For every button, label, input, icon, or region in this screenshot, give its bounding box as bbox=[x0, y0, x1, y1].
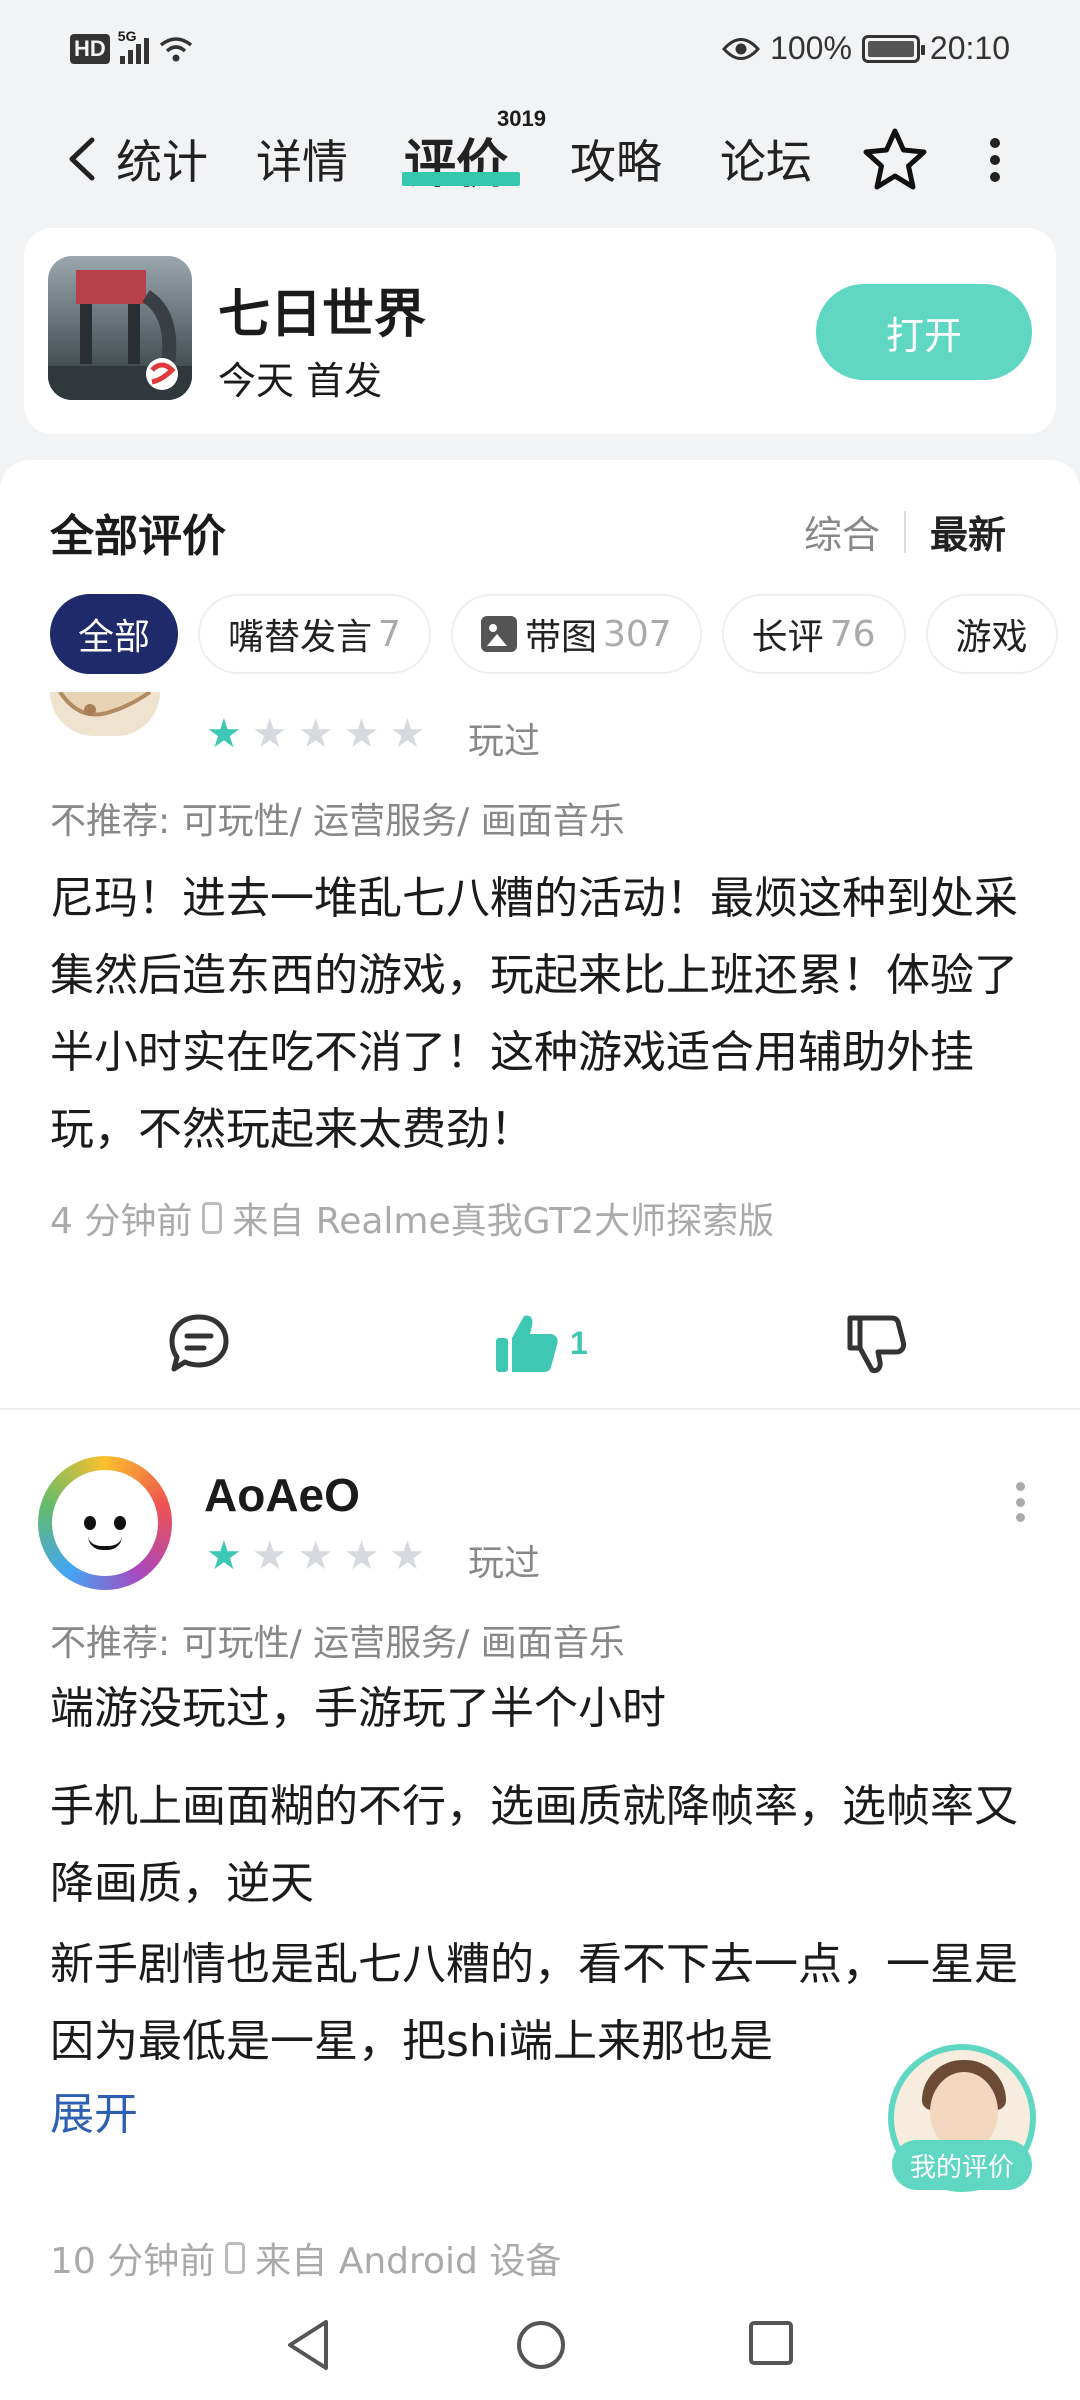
like-count: 1 bbox=[570, 1324, 588, 1361]
review-text[interactable]: 尼玛！进去一堆乱七八糟的活动！最烦这种到处采集然后造东西的游戏，玩起来比上班还累… bbox=[50, 860, 1030, 1168]
filter-chip-all[interactable]: 全部 bbox=[50, 594, 179, 674]
back-arrow-icon[interactable] bbox=[58, 134, 108, 184]
expand-link[interactable]: 展开 bbox=[50, 2078, 138, 2142]
app-release-status: 今天 首发 bbox=[218, 359, 383, 403]
filter-chips: 全部 嘴替发言 7 带图 307 长评 76 游戏 bbox=[50, 594, 1058, 674]
avatar[interactable] bbox=[50, 692, 160, 736]
sort-latest[interactable]: 最新 bbox=[930, 504, 1006, 559]
avatar-eye bbox=[114, 1516, 126, 1530]
filter-chip-label: 全部 bbox=[78, 617, 151, 658]
eye-icon bbox=[722, 37, 761, 60]
like-button[interactable]: 1 bbox=[494, 1308, 588, 1378]
avatar-mouth bbox=[88, 1536, 122, 1550]
filter-chip-long[interactable]: 长评 76 bbox=[721, 594, 906, 674]
filter-chip-game[interactable]: 游戏 bbox=[925, 594, 1058, 674]
review-paragraph[interactable]: 端游没玩过，手游玩了半个小时 bbox=[50, 1670, 1030, 1747]
thumbs-up-icon bbox=[496, 1315, 558, 1372]
star-icon: ★ bbox=[251, 711, 288, 757]
tab-stats[interactable]: 统计 bbox=[116, 126, 208, 192]
filter-chip-with-images[interactable]: 带图 307 bbox=[450, 594, 702, 674]
star-icon: ★ bbox=[297, 1533, 334, 1579]
star-icon: ★ bbox=[343, 1533, 380, 1579]
tab-details[interactable]: 详情 bbox=[256, 126, 348, 192]
battery-saver-icon bbox=[861, 34, 925, 63]
filter-chip-count: 307 bbox=[602, 613, 672, 655]
status-bar: HD 5G 100% 20:10 bbox=[0, 0, 1080, 100]
review-device: 来自 Realme真我GT2大师探索版 bbox=[232, 1201, 775, 1242]
favorite-star-icon[interactable] bbox=[860, 125, 930, 195]
tab-forum[interactable]: 论坛 bbox=[720, 126, 812, 192]
username[interactable]: AoAeO bbox=[204, 1468, 360, 1522]
divider bbox=[0, 1408, 1080, 1410]
review-meta: 10 分钟前 来自 Android 设备 bbox=[50, 2232, 561, 2284]
app-card[interactable]: 七日世界 今天 首发 打开 bbox=[24, 228, 1056, 434]
nav-back-icon[interactable] bbox=[284, 2318, 334, 2372]
star-rating: ★ ★ ★ ★ ★ bbox=[206, 1536, 425, 1576]
clock: 20:10 bbox=[929, 30, 1010, 66]
filter-chip-label: 长评 bbox=[751, 617, 824, 658]
star-icon: ★ bbox=[251, 1533, 288, 1579]
sort-switch: 综合 最新 bbox=[804, 504, 1006, 559]
tab-guides[interactable]: 攻略 bbox=[570, 126, 662, 192]
play-status: 玩过 bbox=[468, 721, 541, 762]
thumbs-down-icon bbox=[847, 1315, 907, 1373]
app-icon[interactable] bbox=[48, 256, 192, 400]
review-count-badge: 3019 bbox=[497, 106, 546, 131]
more-options-icon[interactable] bbox=[985, 138, 1005, 182]
star-icon: ★ bbox=[343, 711, 380, 757]
review-device: 来自 Android 设备 bbox=[255, 2241, 562, 2282]
review-paragraph[interactable]: 新手剧情也是乱七八糟的，看不下去一点，一星是因为最低是一星，把shi端上来那也是 bbox=[50, 1926, 1030, 2080]
network-type: 5G bbox=[117, 28, 137, 44]
active-tab-indicator bbox=[402, 172, 520, 186]
play-status: 玩过 bbox=[468, 1543, 541, 1584]
battery-percent: 100% bbox=[770, 30, 852, 66]
hd-indicator: HD bbox=[70, 34, 110, 64]
star-icon: ★ bbox=[389, 1533, 426, 1579]
filter-chip-label: 游戏 bbox=[955, 617, 1028, 658]
review-meta: 4 分钟前 来自 Realme真我GT2大师探索版 bbox=[50, 1192, 774, 1244]
image-icon bbox=[480, 616, 517, 652]
review-paragraph[interactable]: 手机上画面糊的不行，选画质就降帧率，选帧率又降画质，逆天 bbox=[50, 1768, 1030, 1922]
sort-comprehensive[interactable]: 综合 bbox=[804, 504, 880, 559]
review-tags: 不推荐: 可玩性/ 运营服务/ 画面音乐 bbox=[50, 801, 625, 842]
star-icon: ★ bbox=[206, 1533, 242, 1579]
star-icon: ★ bbox=[206, 711, 242, 757]
nav-home-icon[interactable] bbox=[514, 2318, 568, 2372]
phone-icon bbox=[202, 1202, 223, 1234]
open-button[interactable]: 打开 bbox=[816, 284, 1032, 380]
sort-divider bbox=[903, 510, 906, 553]
review-actions: 1 bbox=[0, 1298, 1080, 1394]
phone-icon bbox=[225, 2242, 246, 2274]
star-icon: ★ bbox=[297, 711, 334, 757]
review-time: 10 分钟前 bbox=[50, 2241, 216, 2282]
wifi-icon bbox=[159, 37, 192, 62]
signal-icon: 5G bbox=[118, 28, 149, 64]
star-icon: ★ bbox=[389, 711, 426, 757]
section-title: 全部评价 bbox=[50, 511, 226, 562]
star-rating: ★ ★ ★ ★ ★ bbox=[206, 714, 425, 754]
review-time: 4 分钟前 bbox=[50, 1201, 193, 1242]
my-review-button[interactable]: 我的评价 bbox=[892, 2140, 1032, 2190]
dislike-button[interactable] bbox=[846, 1308, 908, 1378]
filter-chip-label: 带图 bbox=[524, 617, 597, 658]
nav-recents-icon[interactable] bbox=[746, 2318, 796, 2368]
comment-icon bbox=[169, 1314, 229, 1372]
filter-chip-count: 76 bbox=[829, 613, 876, 655]
review-more-icon[interactable] bbox=[1016, 1482, 1026, 1522]
filter-chip-label: 嘴替发言 bbox=[228, 617, 373, 658]
comment-button[interactable] bbox=[166, 1308, 232, 1378]
avatar[interactable] bbox=[38, 1456, 172, 1590]
system-nav-bar bbox=[0, 2290, 1080, 2400]
review-tags: 不推荐: 可玩性/ 运营服务/ 画面音乐 bbox=[50, 1623, 625, 1664]
avatar-eye bbox=[84, 1516, 96, 1530]
filter-chip-count: 7 bbox=[378, 613, 401, 655]
filter-chip-quotes[interactable]: 嘴替发言 7 bbox=[198, 594, 431, 674]
app-name: 七日世界 bbox=[218, 285, 427, 345]
